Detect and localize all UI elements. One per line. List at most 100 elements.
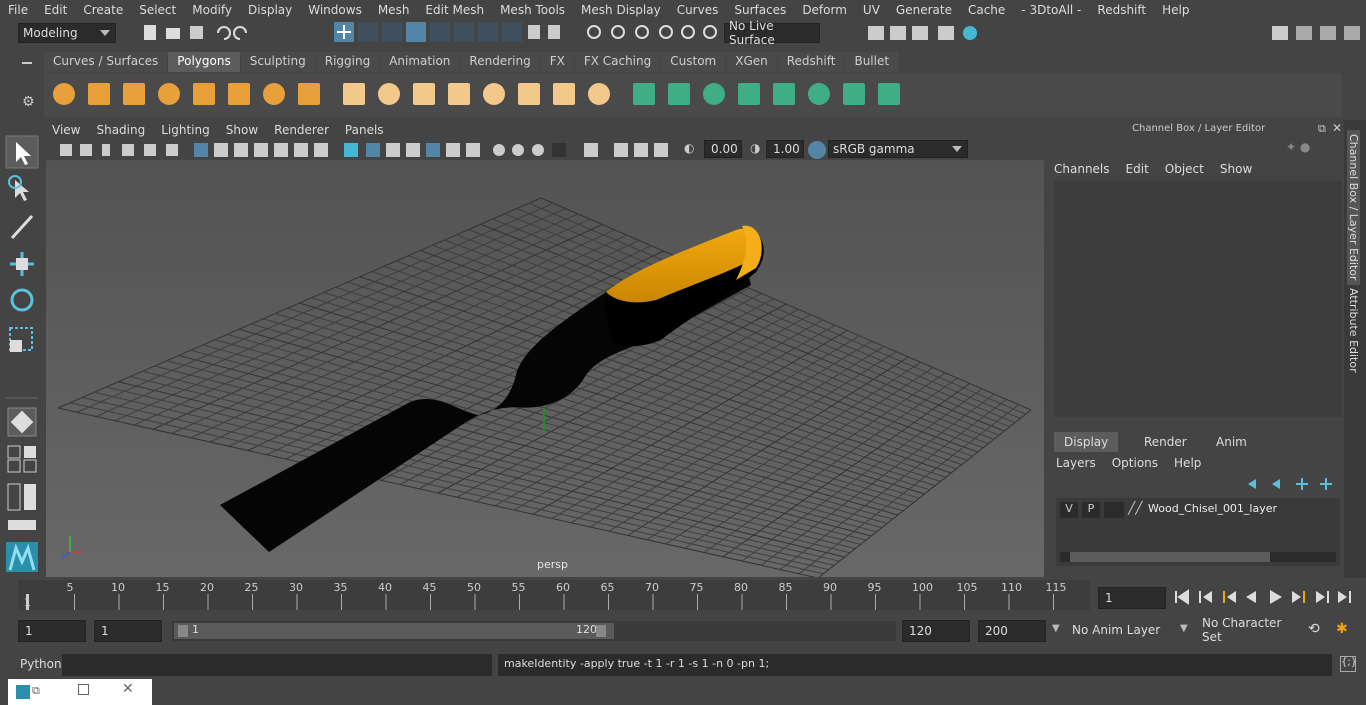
close-icon[interactable]: ✕ bbox=[122, 681, 134, 697]
layer-menu-options[interactable]: Options bbox=[1112, 456, 1158, 470]
range-slider-handle[interactable] bbox=[174, 623, 614, 639]
shelf-tool-icon[interactable] bbox=[378, 83, 400, 105]
shelf-tool-icon[interactable] bbox=[738, 83, 760, 105]
character-set-dropdown[interactable]: No Character Set bbox=[1198, 616, 1302, 644]
viewport-menu-show[interactable]: Show bbox=[218, 123, 266, 137]
selection-mask-icons[interactable] bbox=[334, 22, 564, 44]
end-frame-field[interactable]: 200 bbox=[978, 620, 1046, 642]
file-icons[interactable] bbox=[140, 23, 260, 43]
shelf-tab-rendering[interactable]: Rendering bbox=[460, 52, 540, 72]
shelf-tool-icon[interactable] bbox=[343, 83, 365, 105]
minimized-window[interactable]: ⧉ ✕ bbox=[8, 679, 152, 705]
layer-scrollbar[interactable] bbox=[1060, 552, 1336, 562]
workspace-icons[interactable] bbox=[1270, 23, 1364, 43]
range-slider[interactable]: 1 120 bbox=[172, 621, 896, 641]
channel-menu-object[interactable]: Object bbox=[1165, 162, 1204, 176]
layer-tab-anim[interactable]: Anim bbox=[1206, 432, 1257, 452]
script-language-label[interactable]: Python bbox=[20, 657, 62, 671]
layer-action-icons[interactable] bbox=[1244, 476, 1340, 492]
playback-end-field[interactable]: 120 bbox=[902, 620, 970, 642]
shelf-tool-icon[interactable] bbox=[633, 83, 655, 105]
shelf-tab-custom[interactable]: Custom bbox=[661, 52, 726, 72]
shelf-tab-xgen[interactable]: XGen bbox=[726, 52, 777, 72]
shelf-tool-icon[interactable] bbox=[703, 83, 725, 105]
menu-curves[interactable]: Curves bbox=[669, 3, 727, 17]
shelf-tool-icon[interactable] bbox=[298, 83, 320, 105]
channel-icons[interactable]: ✦ ● bbox=[1286, 140, 1310, 154]
shelf-tab-sculpting[interactable]: Sculpting bbox=[240, 52, 315, 72]
paint-tool-icon[interactable] bbox=[10, 214, 34, 240]
float-icon[interactable]: ⧉ bbox=[1318, 122, 1326, 136]
menu-redshift[interactable]: Redshift bbox=[1089, 3, 1154, 17]
channel-menu-edit[interactable]: Edit bbox=[1126, 162, 1149, 176]
menu-modify[interactable]: Modify bbox=[184, 3, 240, 17]
menu-windows[interactable]: Windows bbox=[300, 3, 370, 17]
menu-uv[interactable]: UV bbox=[855, 3, 888, 17]
layer-menu-layers[interactable]: Layers bbox=[1056, 456, 1096, 470]
shelf-tab-rigging[interactable]: Rigging bbox=[315, 52, 380, 72]
shelf-tool-icon[interactable] bbox=[228, 83, 250, 105]
channel-menu-channels[interactable]: Channels bbox=[1054, 162, 1110, 176]
snap-icons[interactable] bbox=[584, 22, 724, 44]
shelf-tool-icon[interactable] bbox=[413, 83, 435, 105]
shelf-tool-icon[interactable] bbox=[193, 83, 215, 105]
anim-layer-dropdown[interactable]: No Anim Layer bbox=[1068, 620, 1172, 640]
menu-edit[interactable]: Edit bbox=[36, 3, 75, 17]
layer-playback-toggle[interactable]: P bbox=[1082, 502, 1100, 518]
menu-display[interactable]: Display bbox=[240, 3, 300, 17]
shelf-tab-bullet[interactable]: Bullet bbox=[845, 52, 899, 72]
layer-name[interactable]: Wood_Chisel_001_layer bbox=[1148, 502, 1277, 515]
menu-select[interactable]: Select bbox=[131, 3, 184, 17]
layer-menu-help[interactable]: Help bbox=[1174, 456, 1201, 470]
shelf-tool-icon[interactable] bbox=[553, 83, 575, 105]
shelf-tool-icon[interactable] bbox=[53, 83, 75, 105]
live-surface-field[interactable]: No Live Surface bbox=[724, 19, 820, 47]
layer-tab-display[interactable]: Display bbox=[1054, 432, 1119, 452]
tab-attribute-editor[interactable]: Attribute Editor bbox=[1347, 288, 1360, 373]
menu-help[interactable]: Help bbox=[1154, 3, 1197, 17]
render-icons[interactable] bbox=[866, 23, 986, 43]
panel-toolbar-icons[interactable] bbox=[54, 140, 684, 160]
viewport-menu-shading[interactable]: Shading bbox=[88, 123, 153, 137]
gear-icon[interactable]: ⚙ bbox=[22, 94, 35, 110]
close-icon[interactable]: ✕ bbox=[1332, 121, 1342, 135]
shelf-tab-fx-caching[interactable]: FX Caching bbox=[574, 52, 661, 72]
layer-visibility-toggle[interactable]: V bbox=[1060, 502, 1078, 518]
mode-selector[interactable]: Modeling bbox=[18, 23, 116, 43]
rotate-tool-icon[interactable] bbox=[10, 288, 34, 312]
lasso-tool-icon[interactable] bbox=[15, 180, 29, 201]
layer-type-toggle[interactable] bbox=[1104, 502, 1124, 518]
shelf-tool-icon[interactable] bbox=[158, 83, 180, 105]
viewport-menu-lighting[interactable]: Lighting bbox=[153, 123, 218, 137]
chevron-down-icon[interactable]: ▼ bbox=[1052, 623, 1060, 634]
shelf-tool-icon[interactable] bbox=[263, 83, 285, 105]
script-editor-icon[interactable]: {;} bbox=[1340, 656, 1357, 672]
menu-generate[interactable]: Generate bbox=[888, 3, 960, 17]
viewport-menu-view[interactable]: View bbox=[44, 123, 88, 137]
maximize-icon[interactable] bbox=[78, 684, 89, 695]
start-frame-field[interactable]: 1 bbox=[18, 620, 86, 642]
playback-start-field[interactable]: 1 bbox=[94, 620, 162, 642]
channel-menu-show[interactable]: Show bbox=[1220, 162, 1252, 176]
playback-controls[interactable] bbox=[1172, 587, 1360, 607]
command-input[interactable] bbox=[62, 654, 492, 676]
shelf-tool-icon[interactable] bbox=[668, 83, 690, 105]
shelf-tool-icon[interactable] bbox=[88, 83, 110, 105]
viewport-menu-renderer[interactable]: Renderer bbox=[266, 123, 337, 137]
restore-icon[interactable]: ⧉ bbox=[32, 684, 40, 698]
color-management-icon[interactable] bbox=[808, 141, 826, 159]
color-space-dropdown[interactable]: sRGB gamma bbox=[828, 140, 968, 158]
shelf-tool-icon[interactable] bbox=[483, 83, 505, 105]
shelf-tab-redshift[interactable]: Redshift bbox=[777, 52, 845, 72]
shelf-tool-icon[interactable] bbox=[588, 83, 610, 105]
menu-surfaces[interactable]: Surfaces bbox=[726, 3, 794, 17]
shelf-tool-icon[interactable] bbox=[518, 83, 540, 105]
shelf-tab-fx[interactable]: FX bbox=[540, 52, 574, 72]
chevron-down-icon[interactable]: ▼ bbox=[1180, 623, 1188, 634]
shelf-tool-icon[interactable] bbox=[843, 83, 865, 105]
shelf-tool-icon[interactable] bbox=[773, 83, 795, 105]
menu-file[interactable]: File bbox=[0, 3, 36, 17]
shelf-tool-icon[interactable] bbox=[878, 83, 900, 105]
menu-mesh-display[interactable]: Mesh Display bbox=[573, 3, 669, 17]
menu-cache[interactable]: Cache bbox=[960, 3, 1013, 17]
